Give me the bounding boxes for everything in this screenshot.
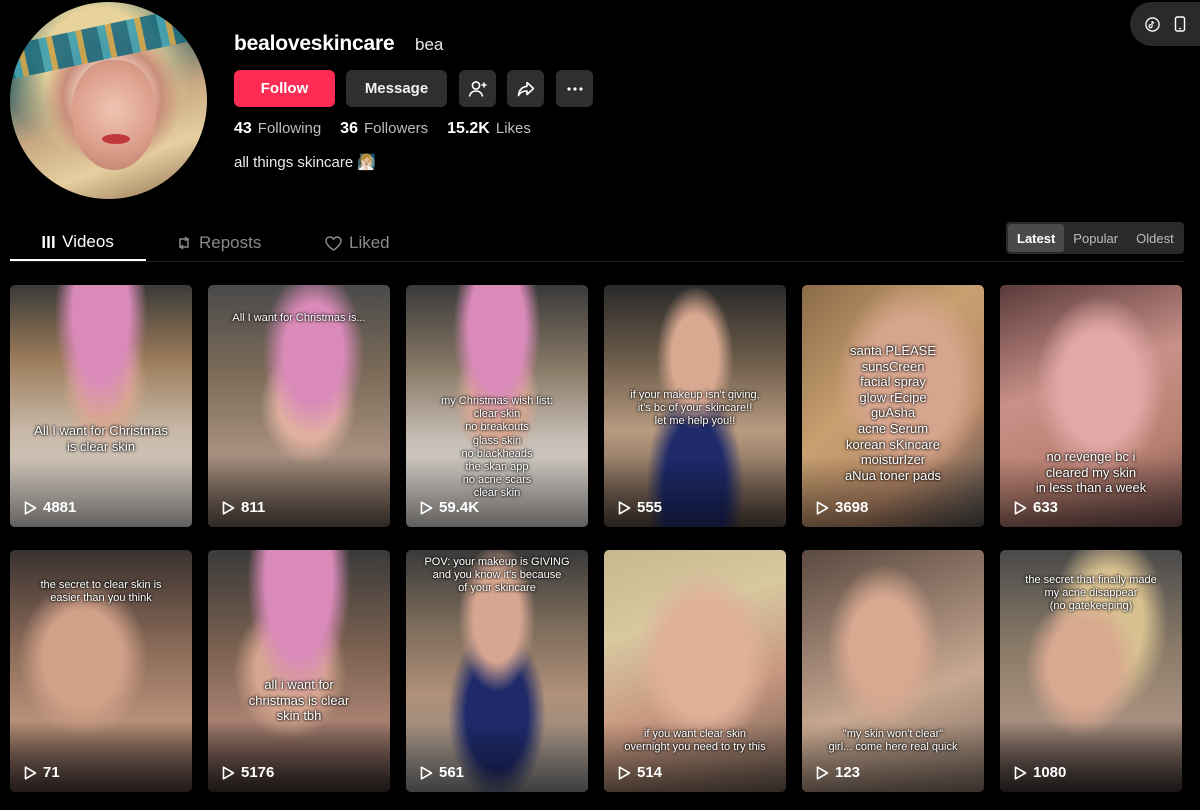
heart-icon xyxy=(325,235,342,251)
share-icon xyxy=(517,81,534,96)
mobile-icon[interactable] xyxy=(1172,16,1188,32)
more-icon xyxy=(566,86,583,91)
play-icon xyxy=(816,765,829,780)
view-count: 71 xyxy=(43,764,60,781)
play-icon xyxy=(618,500,631,515)
message-button[interactable]: Message xyxy=(346,70,447,107)
nickname: bea xyxy=(415,35,444,54)
play-icon xyxy=(1014,765,1027,780)
view-count: 3698 xyxy=(835,499,869,516)
play-icon xyxy=(222,500,235,515)
more-options-button[interactable] xyxy=(556,70,593,107)
stat-followers[interactable]: 36 Followers xyxy=(340,120,428,138)
grid-icon xyxy=(42,235,55,248)
video-card[interactable]: santa PLEASE sunsCreen facial spray glow… xyxy=(802,285,984,527)
play-icon xyxy=(1014,500,1027,515)
video-card[interactable]: if your makeup isn't giving, it's bc of … xyxy=(604,285,786,527)
add-friend-button[interactable] xyxy=(459,70,496,107)
view-count: 811 xyxy=(241,499,266,516)
play-icon xyxy=(420,765,433,780)
video-card[interactable]: "my skin won't clear" girl... come here … xyxy=(802,550,984,792)
video-card[interactable]: All I want for Christmas is clear skin 4… xyxy=(10,285,192,527)
view-count: 561 xyxy=(439,764,465,781)
stat-likes: 15.2K Likes xyxy=(447,120,531,137)
video-card[interactable]: the secret that finally made my acne dis… xyxy=(1000,550,1182,792)
sort-latest[interactable]: Latest xyxy=(1008,224,1065,252)
view-count: 59.4K xyxy=(439,499,480,516)
play-icon xyxy=(618,765,631,780)
video-card[interactable]: the secret to clear skin is easier than … xyxy=(10,550,192,792)
username: bealoveskincare xyxy=(234,32,395,55)
video-card[interactable]: All I want for Christmas is... 811 xyxy=(208,285,390,527)
sort-oldest[interactable]: Oldest xyxy=(1127,224,1183,252)
play-icon xyxy=(24,500,37,515)
view-count: 514 xyxy=(637,764,663,781)
profile-stats: 43 Following 36 Followers 15.2K Likes xyxy=(234,120,550,138)
view-count: 4881 xyxy=(43,499,77,516)
tiktok-icon[interactable] xyxy=(1144,16,1160,32)
tab-reposts[interactable]: Reposts xyxy=(176,224,261,262)
sort-control: Latest Popular Oldest xyxy=(1006,222,1184,254)
repost-icon xyxy=(179,236,189,250)
sort-popular[interactable]: Popular xyxy=(1064,224,1127,252)
video-grid: All I want for Christmas is clear skin 4… xyxy=(10,285,1182,792)
tab-videos[interactable]: Videos xyxy=(10,224,146,261)
view-count: 5176 xyxy=(241,764,275,781)
video-card[interactable]: POV: your makeup is GIVING and you know … xyxy=(406,550,588,792)
video-card[interactable]: if you want clear skin overnight you nee… xyxy=(604,550,786,792)
view-count: 1080 xyxy=(1033,764,1067,781)
video-card[interactable]: my Christmas wish list: clear skin no br… xyxy=(406,285,588,527)
share-button[interactable] xyxy=(507,70,544,107)
play-icon xyxy=(24,765,37,780)
add-user-icon xyxy=(468,80,486,97)
profile-bio: all things skincare 🧖🏼‍♀️ xyxy=(234,154,377,171)
play-icon xyxy=(420,500,433,515)
stat-following[interactable]: 43 Following xyxy=(234,120,321,138)
profile-avatar[interactable] xyxy=(10,2,207,199)
tab-liked[interactable]: Liked xyxy=(325,224,390,262)
view-count: 123 xyxy=(835,764,861,781)
play-icon xyxy=(816,500,829,515)
follow-button[interactable]: Follow xyxy=(234,70,335,107)
view-count: 555 xyxy=(637,499,663,516)
top-controls xyxy=(1130,2,1200,46)
view-count: 633 xyxy=(1033,499,1059,516)
play-icon xyxy=(222,765,235,780)
video-card[interactable]: no revenge bc i cleared my skin in less … xyxy=(1000,285,1182,527)
video-card[interactable]: all i want for christmas is clear skin t… xyxy=(208,550,390,792)
